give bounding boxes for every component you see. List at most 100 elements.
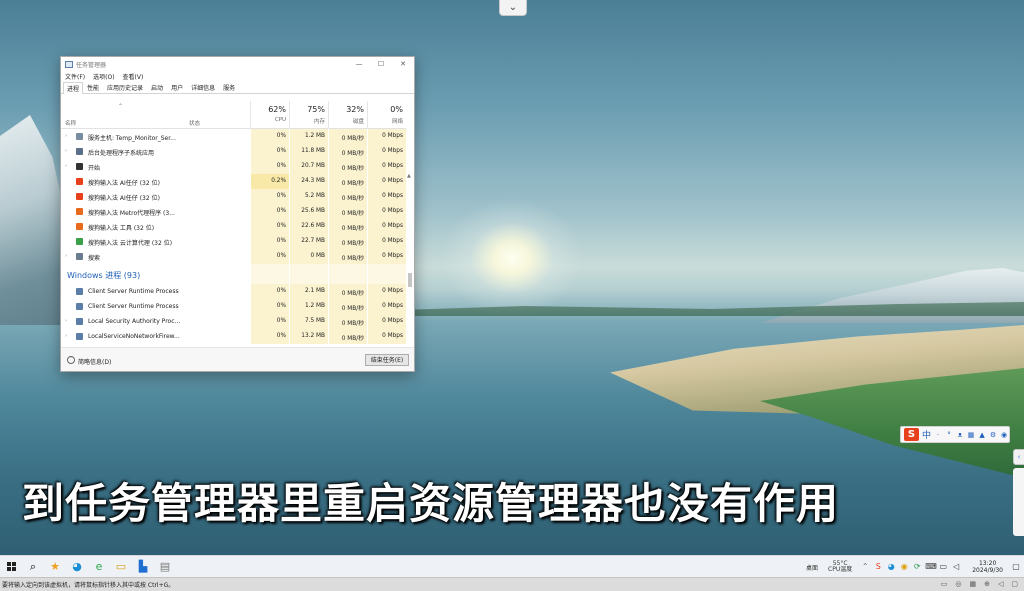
chevron-up-icon[interactable]: ⌃	[860, 562, 870, 572]
keyboard-tray-icon[interactable]: ⌨	[925, 562, 937, 572]
video-caption: 到任务管理器里重启资源管理器也没有作用	[22, 479, 840, 528]
table-row[interactable]: 搜狗输入法 AI任仔 (32 位) 0.2% 24.3 MB 0 MB/秒 0 Mbps	[61, 174, 406, 189]
ime-mode-chinese[interactable]: 中	[922, 428, 931, 441]
vm-toolbar-toggle[interactable]: ⌄	[499, 0, 527, 16]
sogou-logo-icon[interactable]: S	[904, 428, 919, 441]
taskbar-edge[interactable]: e	[88, 556, 110, 578]
chevron-right-icon[interactable]: ›	[65, 163, 67, 169]
scroll-up-icon[interactable]: ▲	[407, 173, 411, 179]
process-cpu: 0%	[250, 129, 289, 144]
group-header[interactable]: Windows 进程 (93)	[61, 264, 406, 284]
close-button[interactable]: ✕	[392, 57, 414, 71]
network-icon[interactable]: ▭	[938, 562, 948, 572]
table-row[interactable]: 搜狗输入法 工具 (32 位) 0% 22.6 MB 0 MB/秒 0 Mbps	[61, 219, 406, 234]
column-cpu[interactable]: 62% CPU	[250, 101, 289, 129]
table-row[interactable]: Client Server Runtime Process 0% 1.2 MB 0 M…	[61, 299, 406, 314]
start-button[interactable]	[0, 556, 22, 578]
tab-processes[interactable]: 进程	[63, 82, 84, 94]
vertical-scrollbar[interactable]: ▲ ▼	[406, 173, 414, 345]
table-row[interactable]: › Local Security Authority Proc... 0% 7.5 M…	[61, 314, 406, 329]
fullwidth-icon[interactable]: °	[945, 431, 953, 439]
desktop-toolbar[interactable]: 桌面	[806, 563, 818, 572]
scroll-thumb[interactable]	[408, 273, 412, 287]
maximize-button[interactable]: ☐	[370, 57, 392, 71]
qq-tray-icon[interactable]: ◕	[886, 562, 896, 572]
process-rows: › 服务主机: Temp_Monitor_Ser... 0% 1.2 MB 0 MB/秒…	[61, 129, 406, 344]
taskbar-task-manager[interactable]: ▤	[154, 556, 176, 578]
process-mem: 7.5 MB	[289, 314, 328, 329]
update-tray-icon[interactable]: ⟳	[912, 562, 922, 572]
usb-icon[interactable]: ⊕	[984, 580, 990, 588]
taskbar-app-star[interactable]: ★	[44, 556, 66, 578]
taskbar-qq[interactable]: ◕	[66, 556, 88, 578]
avatar-icon[interactable]: ◉	[1000, 431, 1008, 439]
hdd-icon[interactable]: ▭	[941, 580, 948, 588]
table-row[interactable]: › LocalServiceNoNetworkFirew... 0% 13.2 MB 0…	[61, 329, 406, 344]
menu-view[interactable]: 查看(V)	[123, 72, 144, 81]
process-net: 0 Mbps	[367, 174, 406, 189]
clock-time: 13:20	[978, 560, 997, 567]
network-adapter-icon[interactable]: ▦	[969, 580, 976, 588]
chevron-right-icon[interactable]: ›	[65, 253, 67, 259]
table-row[interactable]: › 服务主机: Temp_Monitor_Ser... 0% 1.2 MB 0 MB/秒…	[61, 129, 406, 144]
app-blue-icon: ▙	[138, 560, 148, 573]
display-icon[interactable]: ▢	[1011, 580, 1018, 588]
menu-file[interactable]: 文件(F)	[65, 72, 85, 81]
notification-icon[interactable]: ▢	[1011, 562, 1021, 572]
column-network[interactable]: 0% 网络	[367, 101, 406, 129]
chevron-up-icon[interactable]: ˆ	[67, 356, 75, 364]
end-task-button[interactable]: 结束任务(E)	[365, 354, 409, 366]
side-panel-toggle[interactable]: ‹	[1013, 449, 1024, 465]
chevron-right-icon[interactable]: ›	[65, 133, 67, 139]
minimize-button[interactable]: —	[348, 57, 370, 71]
ime-toolbar[interactable]: S 中 · ° ᴥ ▦ ▲ ⚙ ◉	[900, 426, 1010, 443]
tab-performance[interactable]: 性能	[83, 81, 103, 93]
table-row[interactable]: 搜狗输入法 云计算代理 (32 位) 0% 22.7 MB 0 MB/秒 0 Mbps	[61, 234, 406, 249]
less-details-link[interactable]: 简略信息(D)	[78, 357, 111, 366]
task-manager-window[interactable]: 任务管理器 — ☐ ✕ 文件(F) 选项(O) 查看(V) 进程 性能 应用历史…	[60, 56, 415, 372]
column-status[interactable]: 状态	[189, 119, 200, 127]
menu-options[interactable]: 选项(O)	[93, 72, 114, 81]
toolbox-icon[interactable]: ⚙	[989, 431, 997, 439]
process-disk: 0 MB/秒	[328, 204, 367, 219]
chevron-right-icon[interactable]: ›	[65, 148, 67, 154]
chevron-right-icon[interactable]: ›	[65, 318, 67, 324]
sogou-tray-icon[interactable]: S	[873, 562, 883, 572]
taskbar-search[interactable]: ⌕	[22, 556, 44, 578]
column-name[interactable]: 名称	[65, 119, 76, 127]
tab-details[interactable]: 详细信息	[187, 81, 219, 93]
table-row[interactable]: 搜狗输入法 Metro代理程序 (3... 0% 25.6 MB 0 MB/秒 0 Mb…	[61, 204, 406, 219]
cd-icon[interactable]: ◎	[955, 580, 961, 588]
chevron-left-icon: ‹	[1017, 453, 1021, 461]
memory-total: 75%	[307, 105, 325, 114]
table-row[interactable]: › 开始 0% 20.7 MB 0 MB/秒 0 Mbps	[61, 159, 406, 174]
process-disk: 0 MB/秒	[328, 234, 367, 249]
punctuation-icon[interactable]: ·	[934, 431, 942, 439]
skin-icon[interactable]: ▲	[978, 431, 986, 439]
voice-icon[interactable]: ᴥ	[956, 431, 964, 439]
keyboard-icon[interactable]: ▦	[967, 431, 975, 439]
sound-icon[interactable]: ◁	[998, 580, 1003, 588]
tab-app-history[interactable]: 应用历史记录	[103, 81, 147, 93]
process-name: LocalServiceNoNetworkFirew...	[88, 333, 180, 340]
table-row[interactable]: Client Server Runtime Process 0% 2.1 MB 0 M…	[61, 284, 406, 299]
taskbar-file-explorer[interactable]: ▭	[110, 556, 132, 578]
chevron-right-icon[interactable]: ›	[65, 333, 67, 339]
column-memory[interactable]: 75% 内存	[289, 101, 328, 129]
tab-services[interactable]: 服务	[219, 81, 239, 93]
title-bar[interactable]: 任务管理器 — ☐ ✕	[61, 57, 414, 71]
security-tray-icon[interactable]: ◉	[899, 562, 909, 572]
process-disk: 0 MB/秒	[328, 284, 367, 299]
column-disk[interactable]: 32% 磁盘	[328, 101, 367, 129]
volume-icon[interactable]: ◁	[951, 562, 961, 572]
process-mem: 2.1 MB	[289, 284, 328, 299]
tab-startup[interactable]: 启动	[147, 81, 167, 93]
table-row[interactable]: › 搜索 0% 0 MB 0 MB/秒 0 Mbps	[61, 249, 406, 264]
clock[interactable]: 13:20 2024/9/30	[972, 560, 1003, 574]
taskbar-app-blue[interactable]: ▙	[132, 556, 154, 578]
table-row[interactable]: › 后台处理程序子系统应用 0% 11.8 MB 0 MB/秒 0 Mbps	[61, 144, 406, 159]
tab-users[interactable]: 用户	[167, 81, 187, 93]
cpu-temperature[interactable]: 55°C CPU温度	[828, 560, 852, 574]
edge-icon: e	[95, 560, 103, 573]
table-row[interactable]: 搜狗输入法 AI任仔 (32 位) 0% 5.2 MB 0 MB/秒 0 Mbps	[61, 189, 406, 204]
